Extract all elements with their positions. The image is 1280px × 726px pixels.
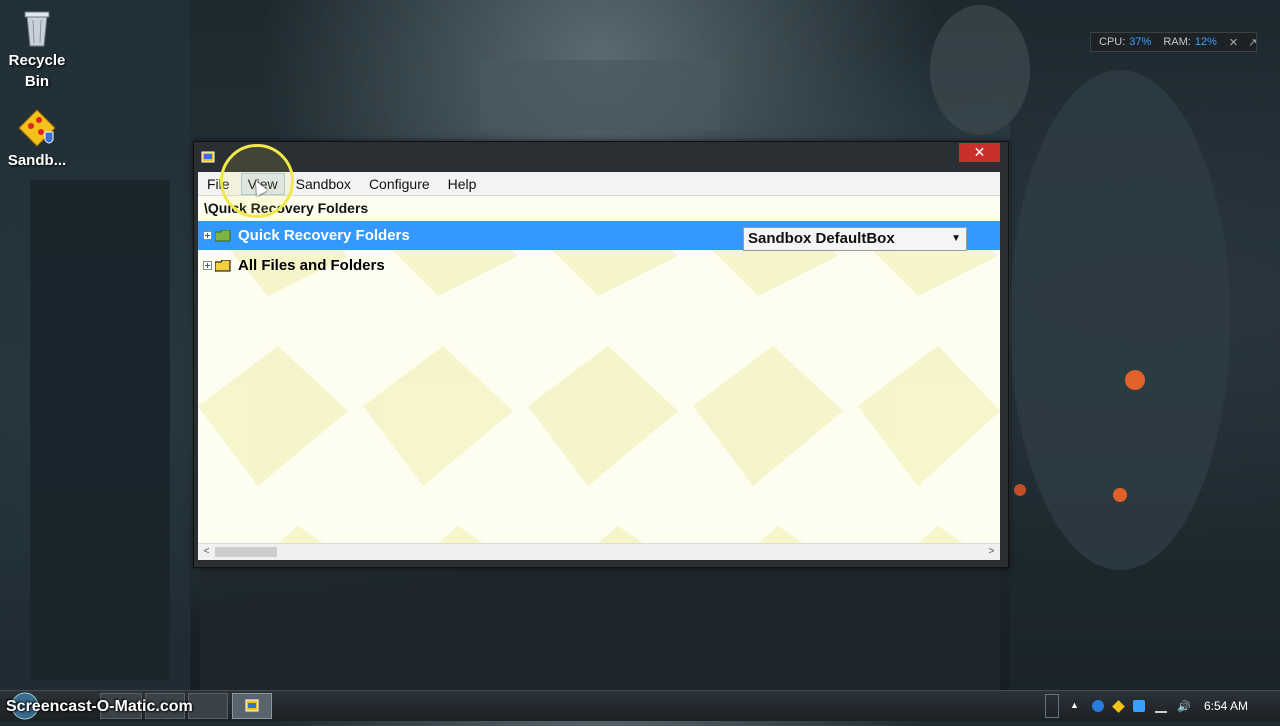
clock[interactable]: 6:54 AM: [1204, 699, 1248, 713]
system-tray: ▲ 🔊 6:54 AM: [1065, 691, 1280, 721]
close-icon[interactable]: ✕: [1229, 36, 1238, 49]
scroll-right-icon[interactable]: >: [983, 544, 1000, 560]
sandbox-select[interactable]: Sandbox DefaultBox ▼: [743, 227, 967, 251]
recycle-bin-icon: [19, 6, 55, 48]
tray-expand-icon[interactable]: ▲: [1070, 700, 1082, 712]
menu-configure[interactable]: Configure: [362, 173, 437, 195]
desktop-icon-recycle-bin[interactable]: Recycle Bin: [0, 6, 74, 92]
folder-icon: [215, 259, 231, 271]
sandboxie-icon: [201, 150, 215, 163]
show-desktop-button[interactable]: [1045, 694, 1059, 718]
menu-view[interactable]: View: [240, 172, 285, 195]
tree-item-quick-recovery[interactable]: Quick Recovery Folders Sandbox DefaultBo…: [198, 221, 1000, 251]
cpu-label: CPU:: [1099, 36, 1126, 48]
menu-file[interactable]: File: [200, 173, 237, 195]
expand-icon[interactable]: [203, 261, 212, 270]
title-bar[interactable]: ✕: [194, 142, 1008, 172]
ram-value: 12%: [1194, 36, 1217, 48]
current-path: \Quick Recovery Folders: [198, 196, 1000, 221]
recovery-pane: \Quick Recovery Folders Quick Recovery F…: [198, 196, 1000, 560]
close-button[interactable]: ✕: [959, 143, 1000, 162]
sandboxie-icon: [245, 699, 259, 712]
taskbar-button[interactable]: [188, 693, 228, 719]
desktop-icon-label: Sandb...: [7, 152, 67, 169]
desktop-icon-label: Recycle Bin: [8, 52, 66, 90]
sandboxie-icon[interactable]: [1112, 699, 1125, 713]
scroll-thumb[interactable]: [215, 547, 277, 557]
taskbar: Screencast-O-Matic.com ▲ 🔊 6:54 AM: [0, 690, 1280, 721]
shield-icon[interactable]: [1132, 700, 1145, 712]
tree-item-label: All Files and Folders: [238, 257, 385, 274]
ram-label: RAM:: [1163, 36, 1191, 48]
volume-icon[interactable]: 🔊: [1177, 700, 1191, 713]
tree-item-label: Quick Recovery Folders: [235, 225, 413, 246]
menu-bar: File View Sandbox Configure Help: [198, 172, 1000, 196]
cpu-value: 37%: [1129, 36, 1152, 48]
expand-icon[interactable]: ↗: [1248, 36, 1257, 49]
sandbox-select-value: Sandbox DefaultBox: [748, 230, 895, 247]
menu-help[interactable]: Help: [441, 173, 484, 195]
expand-icon[interactable]: [203, 231, 212, 240]
system-monitor-widget: CPU: 37% RAM: 12% ✕ ↗: [1090, 32, 1257, 52]
horizontal-scrollbar[interactable]: < >: [198, 543, 1000, 560]
tree-item-all-files[interactable]: All Files and Folders: [198, 251, 1000, 280]
network-icon[interactable]: [1154, 699, 1167, 713]
sandboxie-icon: [17, 108, 57, 148]
desktop-icon-sandboxie[interactable]: Sandb...: [0, 108, 74, 171]
browser-icon[interactable]: [1091, 700, 1104, 712]
taskbar-button-sandboxie[interactable]: [232, 693, 272, 719]
watermark: Screencast-O-Matic.com: [6, 698, 193, 715]
chevron-down-icon: ▼: [951, 233, 961, 244]
sandbox-window: ✕ File View Sandbox Configure Help \Quic…: [193, 141, 1009, 568]
folder-icon: [215, 229, 231, 241]
scroll-left-icon[interactable]: <: [198, 544, 215, 560]
menu-sandbox[interactable]: Sandbox: [289, 173, 358, 195]
